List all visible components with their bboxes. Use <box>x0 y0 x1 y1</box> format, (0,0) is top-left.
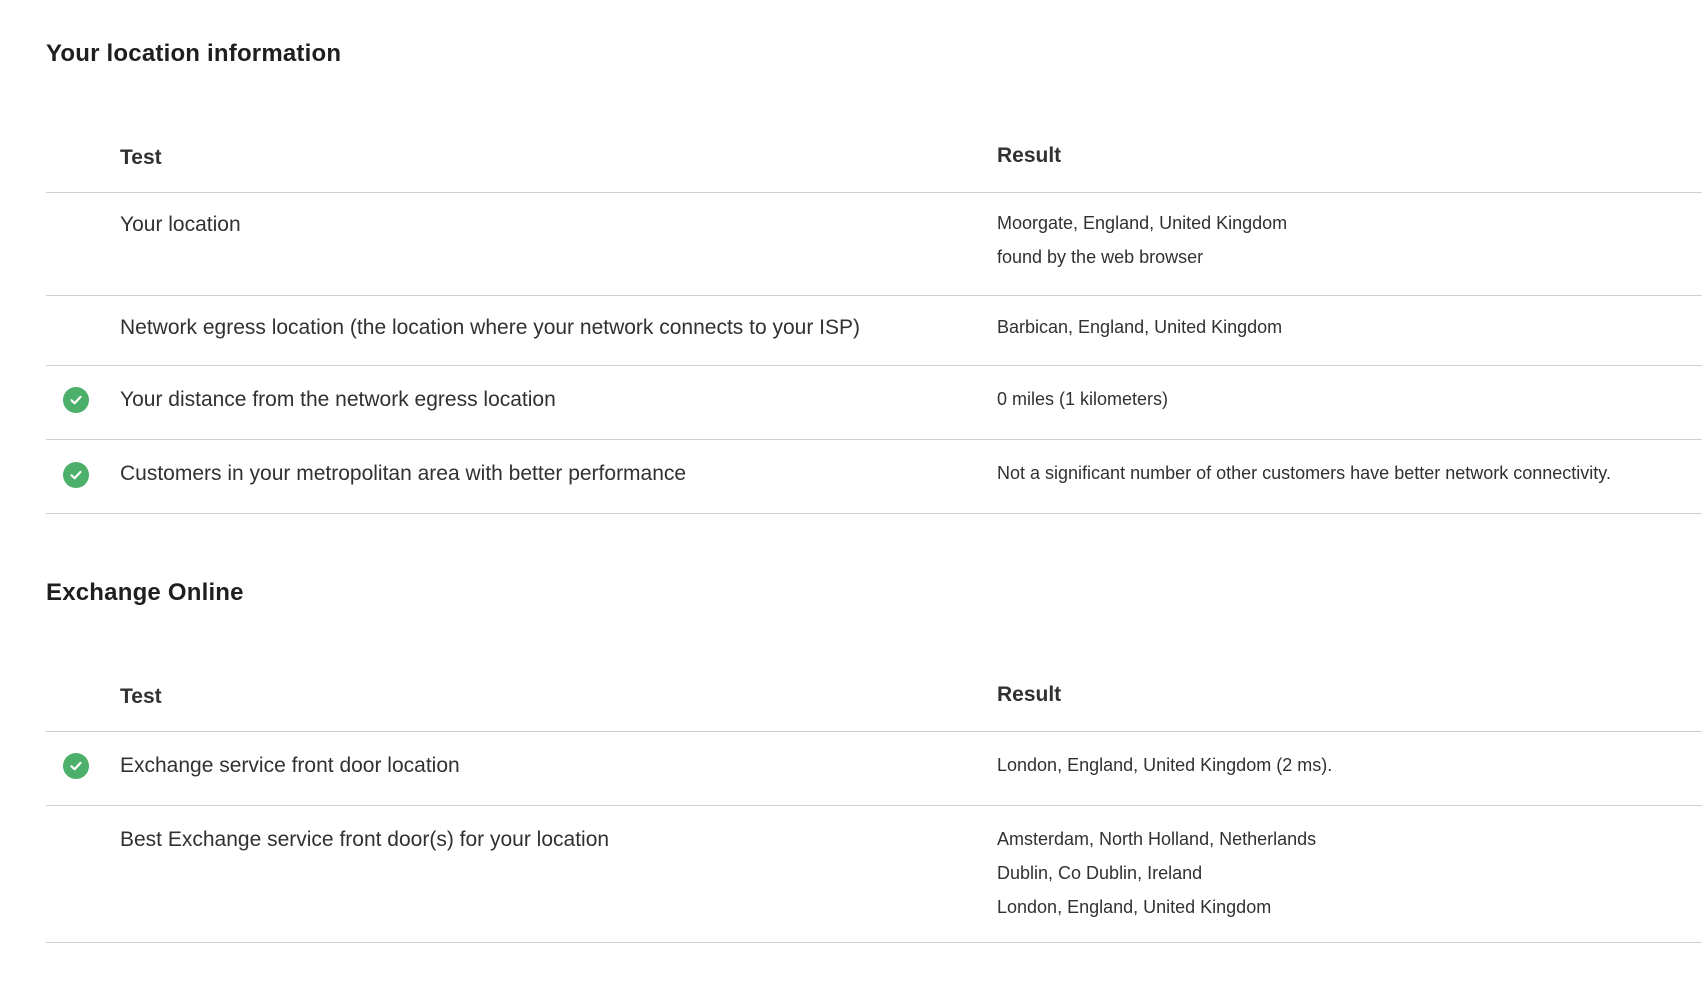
result-line: Barbican, England, United Kingdom <box>997 317 1283 337</box>
result-line: London, England, United Kingdom (2 ms). <box>997 755 1333 775</box>
column-header-result: Result <box>997 683 1062 706</box>
test-result: 0 miles (1 kilometers) <box>997 382 1168 416</box>
check-circle-icon <box>63 387 89 413</box>
section-title-exchange: Exchange Online <box>46 579 244 606</box>
test-name: Best Exchange service front door(s) for … <box>120 828 610 851</box>
table-header-row: Test Result <box>46 667 1702 732</box>
result-line: 0 miles (1 kilometers) <box>997 389 1169 409</box>
result-line: London, England, United Kingdom <box>997 897 1272 917</box>
result-line: found by the web browser <box>997 247 1204 267</box>
test-result: London, England, United Kingdom (2 ms). <box>997 748 1332 782</box>
result-line: Not a significant number of other custom… <box>997 463 1611 483</box>
result-line: Dublin, Co Dublin, Ireland <box>997 863 1203 883</box>
test-result: Moorgate, England, United Kingdom found … <box>997 206 1287 274</box>
result-line: Moorgate, England, United Kingdom <box>997 213 1288 233</box>
table-row-egress-distance: Your distance from the network egress lo… <box>46 366 1702 440</box>
table-row-network-egress: Network egress location (the location wh… <box>46 296 1702 366</box>
section-title-location: Your location information <box>46 40 342 67</box>
test-name: Exchange service front door location <box>120 754 460 777</box>
test-name: Your location <box>120 213 241 236</box>
column-header-test: Test <box>120 146 162 169</box>
table-row-your-location: Your location Moorgate, England, United … <box>46 193 1702 296</box>
test-result: Barbican, England, United Kingdom <box>997 310 1282 344</box>
location-results-table: Test Result Your location Moorgate, Engl… <box>46 128 1702 514</box>
column-header-test: Test <box>120 685 162 708</box>
test-name: Your distance from the network egress lo… <box>120 388 556 411</box>
test-result: Not a significant number of other custom… <box>997 456 1611 490</box>
result-line: Amsterdam, North Holland, Netherlands <box>997 829 1317 849</box>
table-row-front-door-location: Exchange service front door location Lon… <box>46 732 1702 806</box>
check-circle-icon <box>63 462 89 488</box>
exchange-results-table: Test Result Exchange service front door … <box>46 667 1702 943</box>
test-name: Network egress location (the location wh… <box>120 316 861 339</box>
table-header-row: Test Result <box>46 128 1702 193</box>
table-row-best-front-doors: Best Exchange service front door(s) for … <box>46 806 1702 943</box>
test-result: Amsterdam, North Holland, Netherlands Du… <box>997 822 1316 924</box>
check-circle-icon <box>63 753 89 779</box>
table-row-metro-performance: Customers in your metropolitan area with… <box>46 440 1702 514</box>
column-header-result: Result <box>997 144 1062 167</box>
test-name: Customers in your metropolitan area with… <box>120 462 687 485</box>
